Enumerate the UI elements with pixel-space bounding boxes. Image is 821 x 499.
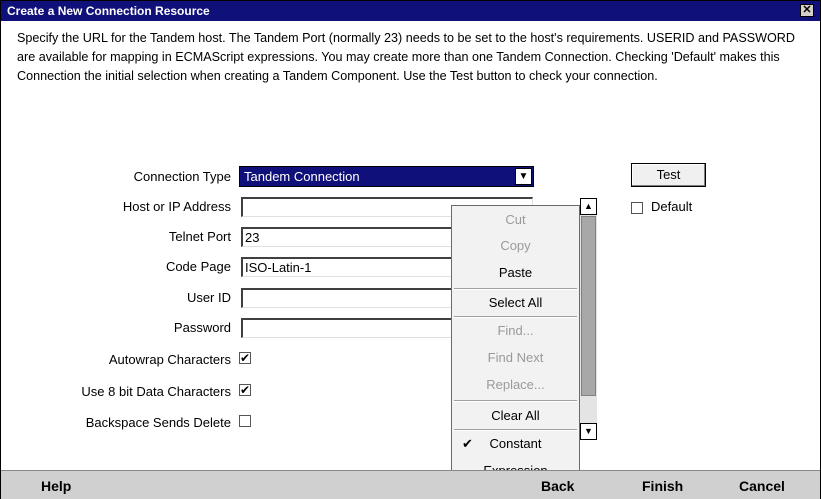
- dialog-title: Create a New Connection Resource: [7, 4, 210, 18]
- connection-type-select[interactable]: Tandem Connection ▼: [239, 166, 534, 187]
- finish-button[interactable]: Finish: [642, 478, 683, 494]
- instructions-text: Specify the URL for the Tandem host. The…: [17, 31, 795, 83]
- footer-bar: Help Back Finish Cancel: [1, 470, 820, 499]
- menu-item-clear-all[interactable]: Clear All: [452, 405, 579, 427]
- menu-separator: [454, 400, 577, 402]
- menu-item-constant[interactable]: ✔ Constant: [452, 433, 579, 455]
- menu-separator: [454, 429, 577, 431]
- menu-separator: [454, 316, 577, 318]
- password-label: Password: [173, 320, 231, 335]
- menu-separator: [454, 288, 577, 290]
- menu-item-find-next[interactable]: Find Next: [452, 347, 579, 369]
- eight-bit-label: Use 8 bit Data Characters: [81, 384, 231, 399]
- menu-item-cut[interactable]: Cut: [452, 209, 579, 231]
- cancel-button[interactable]: Cancel: [739, 478, 785, 494]
- constant-label: Constant: [489, 436, 542, 451]
- eight-bit-checkbox[interactable]: ✔: [239, 384, 251, 396]
- menu-item-replace[interactable]: Replace...: [452, 374, 579, 396]
- check-icon: ✔: [462, 436, 473, 451]
- close-button[interactable]: ✕: [800, 4, 814, 17]
- menu-item-paste[interactable]: Paste: [452, 262, 579, 284]
- context-menu: Cut Copy Paste Select All Find... Find N…: [451, 205, 580, 490]
- default-label: Default: [651, 199, 693, 214]
- scroll-down-icon[interactable]: ▼: [580, 423, 597, 440]
- autowrap-label: Autowrap Characters: [108, 352, 231, 367]
- host-label: Host or IP Address: [122, 199, 231, 214]
- default-checkbox[interactable]: [631, 202, 643, 214]
- connection-type-label: Connection Type: [133, 169, 231, 184]
- vertical-scrollbar[interactable]: ▲ ▼: [580, 198, 597, 440]
- test-button[interactable]: Test: [631, 163, 706, 187]
- backspace-label: Backspace Sends Delete: [85, 415, 231, 430]
- user-id-label: User ID: [186, 290, 231, 305]
- menu-item-copy[interactable]: Copy: [452, 235, 579, 257]
- create-connection-dialog: Create a New Connection Resource ✕ Speci…: [0, 0, 821, 499]
- autowrap-checkbox[interactable]: ✔: [239, 352, 251, 364]
- backspace-checkbox[interactable]: [239, 415, 251, 427]
- menu-item-find[interactable]: Find...: [452, 320, 579, 342]
- code-page-label: Code Page: [165, 259, 231, 274]
- close-icon: ✕: [802, 4, 812, 16]
- help-button[interactable]: Help: [41, 478, 71, 494]
- scroll-up-icon[interactable]: ▲: [580, 198, 597, 215]
- menu-item-select-all[interactable]: Select All: [452, 292, 579, 314]
- chevron-down-icon[interactable]: ▼: [515, 168, 532, 185]
- back-button[interactable]: Back: [541, 478, 574, 494]
- title-bar: Create a New Connection Resource ✕: [1, 1, 820, 21]
- telnet-port-label: Telnet Port: [168, 229, 231, 244]
- connection-type-value: Tandem Connection: [244, 169, 360, 184]
- scroll-thumb[interactable]: [581, 216, 596, 396]
